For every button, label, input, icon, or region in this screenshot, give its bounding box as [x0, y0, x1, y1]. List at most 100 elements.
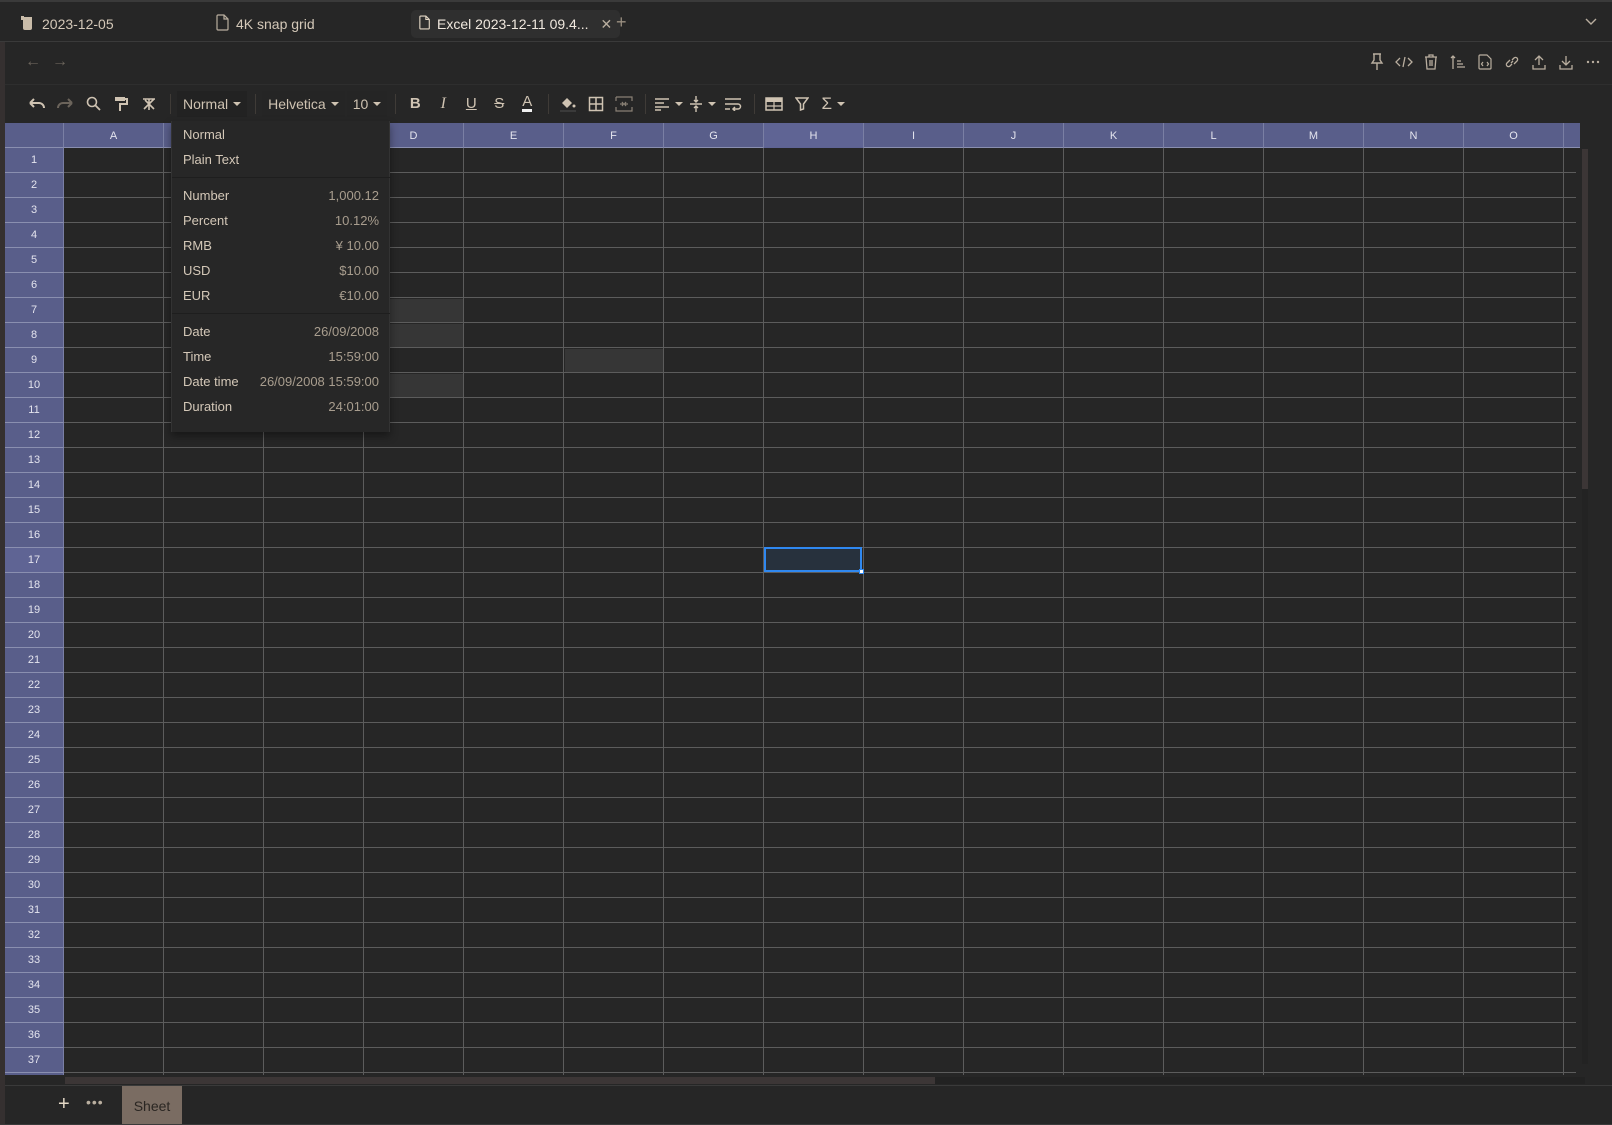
code-icon[interactable]: [1395, 52, 1413, 72]
redo-button[interactable]: [52, 91, 78, 117]
row-header-1[interactable]: 1: [5, 148, 64, 173]
row-header-37[interactable]: 37: [5, 1048, 64, 1073]
column-header-j[interactable]: J: [964, 123, 1064, 148]
format-option-usd[interactable]: USD $10.00: [172, 258, 390, 283]
row-header-30[interactable]: 30: [5, 873, 64, 898]
format-option-rmb[interactable]: RMB ¥ 10.00: [172, 233, 390, 258]
row-header-9[interactable]: 9: [5, 348, 64, 373]
column-header-a[interactable]: A: [64, 123, 164, 148]
row-header-16[interactable]: 16: [5, 523, 64, 548]
format-option-date-time[interactable]: Date time 26/09/2008 15:59:00: [172, 369, 390, 394]
row-header-38[interactable]: 38: [5, 1073, 64, 1075]
row-header-32[interactable]: 32: [5, 923, 64, 948]
font-family-select[interactable]: Helvetica: [262, 90, 345, 117]
row-header-22[interactable]: 22: [5, 673, 64, 698]
new-tab-button[interactable]: +: [616, 12, 627, 33]
merge-cells-button[interactable]: [611, 91, 637, 117]
vertical-scrollbar-thumb[interactable]: [1582, 149, 1588, 489]
format-option-percent[interactable]: Percent 10.12%: [172, 208, 390, 233]
row-header-33[interactable]: 33: [5, 948, 64, 973]
row-header-19[interactable]: 19: [5, 598, 64, 623]
trash-icon[interactable]: [1422, 52, 1440, 72]
horizontal-scrollbar-track[interactable]: [935, 1077, 1585, 1084]
column-header-f[interactable]: F: [564, 123, 664, 148]
find-button[interactable]: [80, 91, 106, 117]
column-header-g[interactable]: G: [664, 123, 764, 148]
fill-handle[interactable]: [859, 569, 864, 574]
row-header-15[interactable]: 15: [5, 498, 64, 523]
sort-icon[interactable]: [1449, 52, 1467, 72]
tab-4k-snap-grid[interactable]: 4K snap grid: [208, 10, 323, 38]
filter-button[interactable]: [789, 91, 815, 117]
format-option-plain-text[interactable]: Plain Text: [172, 147, 390, 172]
row-header-21[interactable]: 21: [5, 648, 64, 673]
number-format-select[interactable]: Normal: [177, 90, 248, 117]
select-all-corner[interactable]: [5, 123, 64, 148]
add-sheet-button[interactable]: +: [58, 1093, 70, 1116]
link-icon[interactable]: [1503, 52, 1521, 72]
row-header-2[interactable]: 2: [5, 173, 64, 198]
format-option-eur[interactable]: EUR €10.00: [172, 283, 390, 308]
selected-cell[interactable]: [764, 547, 862, 572]
column-header-i[interactable]: I: [864, 123, 964, 148]
vertical-align-button[interactable]: [686, 91, 718, 117]
highlighted-cell[interactable]: [565, 349, 663, 372]
fill-color-button[interactable]: [555, 91, 581, 117]
horizontal-scrollbar-thumb[interactable]: [65, 1077, 935, 1084]
undo-button[interactable]: [24, 91, 50, 117]
format-option-duration[interactable]: Duration 24:01:00: [172, 394, 390, 419]
row-header-35[interactable]: 35: [5, 998, 64, 1023]
text-wrap-button[interactable]: [720, 91, 746, 117]
font-size-select[interactable]: 10: [346, 90, 388, 117]
vertical-scrollbar-track[interactable]: [1582, 489, 1588, 1064]
row-header-17[interactable]: 17: [5, 548, 64, 573]
tabs-dropdown-button[interactable]: [1584, 14, 1598, 32]
row-header-31[interactable]: 31: [5, 898, 64, 923]
column-header-h[interactable]: H: [764, 123, 864, 148]
more-icon[interactable]: [1584, 52, 1602, 72]
row-header-20[interactable]: 20: [5, 623, 64, 648]
row-header-13[interactable]: 13: [5, 448, 64, 473]
underline-button[interactable]: U: [458, 91, 484, 117]
download-icon[interactable]: [1557, 52, 1575, 72]
row-header-25[interactable]: 25: [5, 748, 64, 773]
row-header-28[interactable]: 28: [5, 823, 64, 848]
file-code-icon[interactable]: [1476, 52, 1494, 72]
forward-button[interactable]: →: [52, 53, 68, 71]
row-header-8[interactable]: 8: [5, 323, 64, 348]
italic-button[interactable]: I: [430, 91, 456, 117]
row-header-12[interactable]: 12: [5, 423, 64, 448]
sheet-tab[interactable]: Sheet: [122, 1086, 182, 1125]
column-header-n[interactable]: N: [1364, 123, 1464, 148]
row-header-18[interactable]: 18: [5, 573, 64, 598]
row-header-10[interactable]: 10: [5, 373, 64, 398]
column-header-l[interactable]: L: [1164, 123, 1264, 148]
format-option-normal[interactable]: Normal: [172, 122, 390, 147]
row-header-5[interactable]: 5: [5, 248, 64, 273]
text-color-button[interactable]: A: [514, 91, 540, 117]
sheet-options-button[interactable]: •••: [86, 1094, 104, 1110]
row-header-14[interactable]: 14: [5, 473, 64, 498]
row-header-7[interactable]: 7: [5, 298, 64, 323]
row-header-11[interactable]: 11: [5, 398, 64, 423]
pin-icon[interactable]: [1368, 52, 1386, 72]
column-header-o[interactable]: O: [1464, 123, 1564, 148]
row-header-26[interactable]: 26: [5, 773, 64, 798]
row-header-4[interactable]: 4: [5, 223, 64, 248]
close-tab-icon[interactable]: ✕: [601, 16, 613, 33]
strikethrough-button[interactable]: S: [486, 91, 512, 117]
format-option-date[interactable]: Date 26/09/2008: [172, 319, 390, 344]
functions-button[interactable]: Σ: [817, 91, 849, 117]
format-option-number[interactable]: Number 1,000.12: [172, 183, 390, 208]
row-header-23[interactable]: 23: [5, 698, 64, 723]
row-header-27[interactable]: 27: [5, 798, 64, 823]
row-header-34[interactable]: 34: [5, 973, 64, 998]
row-header-29[interactable]: 29: [5, 848, 64, 873]
column-header-e[interactable]: E: [464, 123, 564, 148]
column-header-m[interactable]: M: [1264, 123, 1364, 148]
row-header-36[interactable]: 36: [5, 1023, 64, 1048]
row-header-24[interactable]: 24: [5, 723, 64, 748]
clear-format-button[interactable]: [136, 91, 162, 117]
back-button[interactable]: ←: [25, 53, 41, 71]
freeze-button[interactable]: [761, 91, 787, 117]
